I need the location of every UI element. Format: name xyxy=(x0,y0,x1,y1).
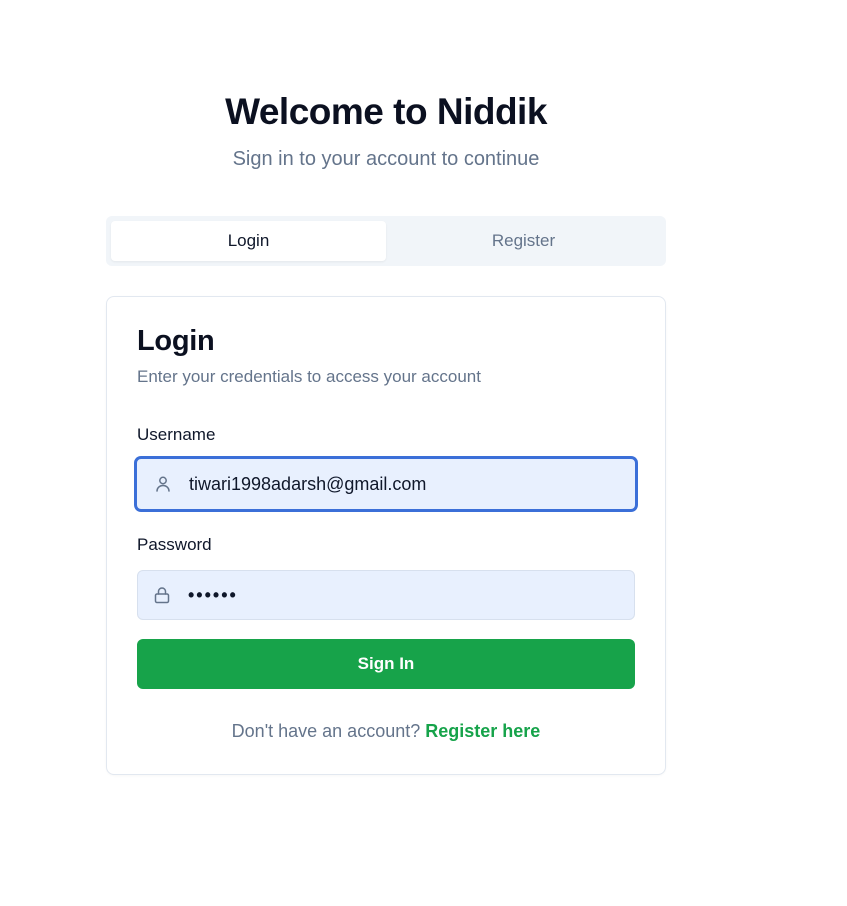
password-label: Password xyxy=(137,535,212,554)
card-description: Enter your credentials to access your ac… xyxy=(137,367,481,386)
login-card: Login Enter your credentials to access y… xyxy=(106,296,666,775)
tab-login[interactable]: Login xyxy=(111,221,386,261)
page-title: Welcome to Niddik xyxy=(225,91,547,132)
sign-in-button[interactable]: Sign In xyxy=(137,639,635,689)
card-title: Login xyxy=(137,325,215,357)
tab-register[interactable]: Register xyxy=(386,221,661,261)
register-prompt-text: Don't have an account? xyxy=(231,721,421,741)
username-label: Username xyxy=(137,425,216,444)
username-field[interactable]: tiwari1998adarsh@gmail.com xyxy=(135,457,637,511)
register-link[interactable]: Register here xyxy=(425,721,540,741)
username-value: tiwari1998adarsh@gmail.com xyxy=(189,473,427,494)
lock-icon xyxy=(152,585,172,605)
register-prompt: Don't have an account? Register here xyxy=(107,721,665,742)
login-page: Welcome to Niddik Sign in to your accoun… xyxy=(0,0,847,906)
auth-tabs: Login Register xyxy=(106,216,666,266)
password-value: •••••• xyxy=(188,584,238,605)
user-icon xyxy=(153,474,173,494)
page-subtitle: Sign in to your account to continue xyxy=(232,148,540,170)
password-field[interactable]: •••••• xyxy=(137,570,635,620)
